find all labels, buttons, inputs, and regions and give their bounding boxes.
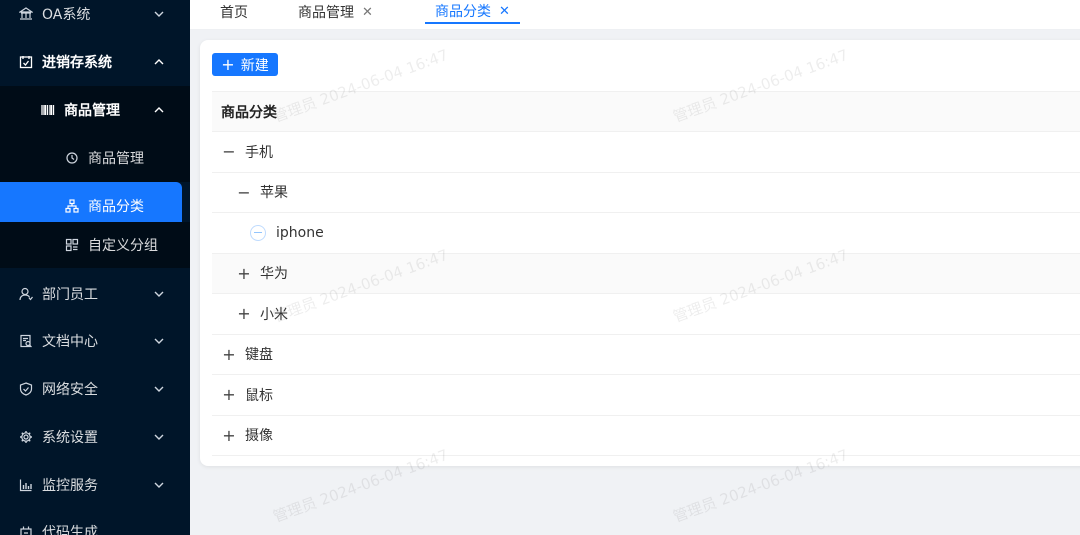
expand-icon[interactable]: +: [221, 385, 237, 404]
sidebar-item-security[interactable]: 网络安全: [0, 365, 190, 413]
tab-product-category[interactable]: 商品分类 ✕: [425, 0, 520, 24]
bank-icon: [18, 6, 34, 22]
tab-label: 商品分类: [435, 4, 491, 20]
chevron-down-icon: [152, 478, 166, 492]
plus-icon: +: [221, 54, 235, 74]
cluster-icon: [64, 198, 80, 214]
sidebar-item-product-mgmt[interactable]: 商品管理: [0, 134, 190, 182]
table-row[interactable]: + 鼠标: [212, 375, 1080, 416]
row-label: 小米: [260, 306, 288, 323]
clock-icon: [64, 150, 80, 166]
tab-home[interactable]: 首页: [220, 0, 248, 24]
chevron-down-icon: [152, 7, 166, 21]
sidebar-item-label: 系统设置: [42, 430, 98, 446]
sidebar-item-label: 文档中心: [42, 334, 98, 350]
sidebar-item-codegen[interactable]: 代码生成: [0, 508, 190, 535]
sidebar-item-inventory[interactable]: 进销存系统: [0, 38, 190, 86]
new-button-label: 新建: [240, 57, 269, 74]
row-label: 摄像: [245, 428, 273, 445]
group-icon: [64, 237, 80, 253]
row-label: 华为: [260, 266, 288, 283]
close-icon[interactable]: ✕: [499, 4, 510, 19]
sidebar-item-department[interactable]: 部门员工: [0, 270, 190, 318]
table-row[interactable]: + 小米: [212, 294, 1080, 335]
tab-label: 商品管理: [298, 5, 354, 21]
tab-bar: 首页 商品管理 ✕ 商品分类 ✕: [190, 0, 1080, 30]
row-label: 苹果: [260, 185, 288, 202]
chevron-down-icon: [152, 382, 166, 396]
row-label: 键盘: [245, 347, 273, 364]
sidebar-item-label: 网络安全: [42, 382, 98, 398]
table-row[interactable]: + 华为: [212, 253, 1080, 294]
sidebar-item-docs[interactable]: 文档中心: [0, 317, 190, 365]
table-row[interactable]: + 摄像: [212, 416, 1080, 456]
collapse-icon[interactable]: −: [236, 183, 252, 202]
chevron-down-icon: [152, 287, 166, 301]
chevron-up-icon: [152, 55, 166, 69]
shield-icon: [18, 381, 34, 397]
sidebar-item-label: 监控服务: [42, 478, 98, 494]
sidebar-item-label: 代码生成: [42, 525, 98, 535]
sidebar-item-oa[interactable]: OA系统: [0, 0, 190, 38]
table-header: 商品分类: [212, 92, 1080, 132]
barcode-icon: [40, 102, 56, 118]
content-card: + 新建 商品分类 − 手机 − 苹果 iphone + 华为 + 小米 + 键…: [200, 40, 1080, 466]
sidebar-item-custom-group[interactable]: 自定义分组: [0, 222, 190, 268]
leaf-indicator-icon: [250, 224, 266, 241]
sidebar-item-label: 自定义分组: [88, 238, 158, 254]
expand-icon[interactable]: +: [236, 264, 252, 283]
expand-icon[interactable]: +: [221, 345, 237, 364]
table-row[interactable]: − 手机: [212, 132, 1080, 173]
sidebar-item-label: 商品分类: [88, 199, 144, 215]
collapse-icon[interactable]: −: [221, 142, 237, 161]
sidebar-item-label: 商品管理: [64, 103, 120, 119]
sidebar-item-label: 商品管理: [88, 151, 144, 167]
table-row[interactable]: + 键盘: [212, 335, 1080, 375]
sidebar: OA系统 进销存系统 商品管理 商品管理 商品分类 自定义分组 部门员工 文档中…: [0, 0, 190, 535]
close-icon[interactable]: ✕: [362, 5, 373, 20]
table-row[interactable]: iphone: [212, 213, 1080, 254]
row-label: 手机: [245, 144, 273, 161]
sidebar-item-label: 部门员工: [42, 287, 98, 303]
gear-icon: [18, 429, 34, 445]
row-label: 鼠标: [245, 387, 273, 404]
category-tree-table: 商品分类 − 手机 − 苹果 iphone + 华为 + 小米 + 键盘 + 鼠…: [212, 91, 1080, 456]
expand-icon[interactable]: +: [221, 426, 237, 445]
sidebar-item-label: OA系统: [42, 7, 91, 23]
new-button[interactable]: + 新建: [212, 53, 278, 76]
bar-chart-icon: [18, 477, 34, 493]
sidebar-item-label: 进销存系统: [42, 55, 112, 71]
chevron-up-icon: [152, 103, 166, 117]
sidebar-item-settings[interactable]: 系统设置: [0, 413, 190, 461]
user-icon: [18, 286, 34, 302]
document-icon: [18, 333, 34, 349]
calendar-icon: [18, 54, 34, 70]
tab-label: 首页: [220, 5, 248, 21]
chevron-down-icon: [152, 334, 166, 348]
expand-icon[interactable]: +: [236, 304, 252, 323]
column-header: 商品分类: [221, 104, 277, 121]
chevron-down-icon: [152, 430, 166, 444]
table-row[interactable]: − 苹果: [212, 173, 1080, 213]
code-icon: [18, 524, 34, 535]
sidebar-item-monitor[interactable]: 监控服务: [0, 461, 190, 509]
sidebar-item-product-mgmt-group[interactable]: 商品管理: [0, 86, 190, 134]
tab-product-mgmt[interactable]: 商品管理 ✕: [298, 0, 373, 24]
row-label: iphone: [276, 224, 324, 241]
